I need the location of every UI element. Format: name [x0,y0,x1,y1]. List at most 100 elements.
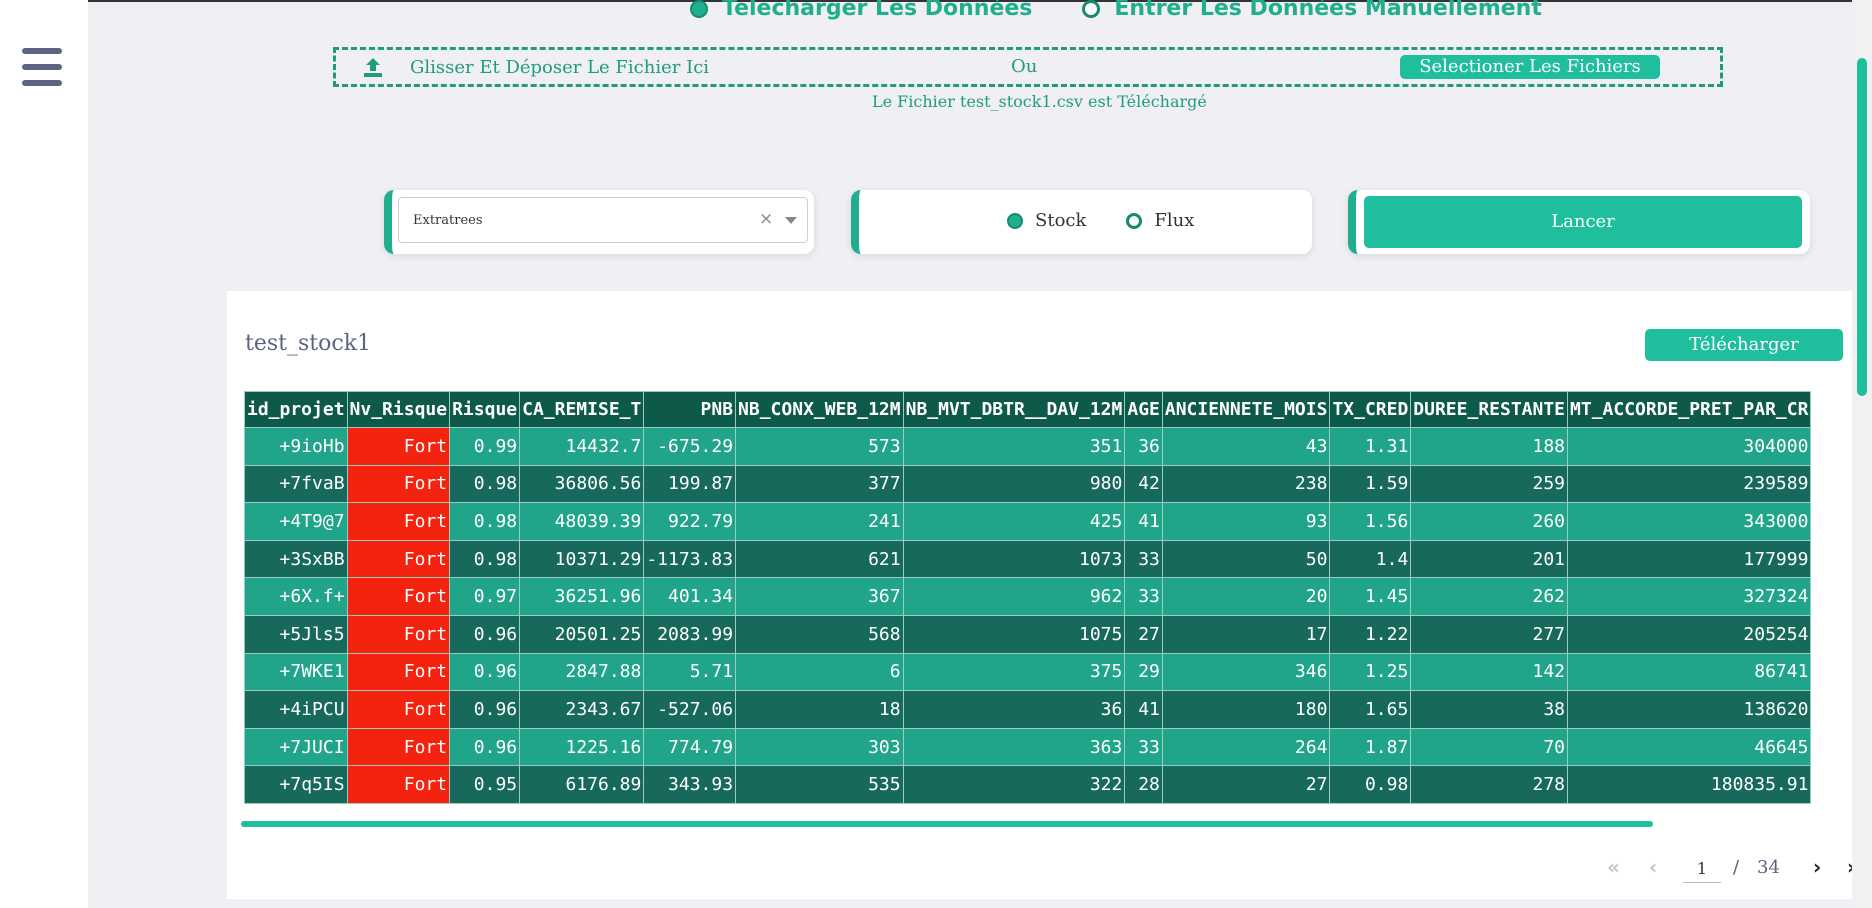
table-row[interactable]: +4iPCU Fort 0.96 2343.67 -527.06 18 36 41 180 1.6… [244,690,1812,729]
table-cell: 260 [1410,502,1569,541]
table-cell: 36251.96 [519,577,645,616]
table-row[interactable]: +7q5IS Fort 0.95 6176.89 343.93 535 322 28 27 0.9… [244,765,1812,804]
run-button[interactable]: Lancer [1364,196,1802,248]
table-cell: +6X.f+ [244,577,348,616]
table-cell: 42 [1124,464,1163,504]
table-cell: 33 [1124,539,1163,579]
table-cell: 36 [1124,427,1163,466]
model-select-value: Extratrees [413,213,483,228]
table-cell: 327324 [1567,577,1812,616]
table-cell: 180835.91 [1567,765,1812,804]
table-cell: 20 [1161,577,1331,616]
clear-icon[interactable]: × [759,209,773,229]
next-page-icon[interactable]: › [1813,855,1821,879]
column-header[interactable]: ANCIENNETE_MOIS [1161,391,1331,428]
table-cell: +7fvaB [244,464,348,504]
column-header[interactable]: CA_REMISE_T [519,391,645,428]
previous-page-icon[interactable]: ‹ [1649,855,1657,879]
download-button[interactable]: Télécharger [1645,329,1843,361]
table-cell: 1.87 [1329,727,1412,767]
column-header[interactable]: DUREE_RESTANTE [1410,391,1569,428]
menu-bar [22,80,62,86]
table-cell: 0.98 [1329,765,1412,804]
table-cell: 1075 [902,614,1126,654]
results-title: test_stock1 [245,331,372,356]
risk-level-cell: Fort [346,539,451,579]
table-cell: +4iPCU [244,690,348,729]
table-cell: 343.93 [643,765,737,804]
table-row[interactable]: +7JUCI Fort 0.96 1225.16 774.79 303 363 33 264 1.… [244,727,1812,767]
column-header[interactable]: Risque [449,391,521,428]
table-cell: 2083.99 [643,614,737,654]
table-cell: 363 [902,727,1126,767]
select-files-button[interactable]: Selectioner Les Fichiers [1400,55,1660,79]
table-row[interactable]: +7WKE1 Fort 0.96 2847.88 5.71 6 375 29 346 1.25 14… [244,652,1812,692]
page-number-input[interactable] [1683,855,1721,883]
table-cell: 351 [902,427,1126,466]
column-header[interactable]: Nv_Risque [346,391,451,428]
table-cell: +7WKE1 [244,652,348,692]
table-cell: 303 [735,727,904,767]
table-cell: 401.34 [643,577,737,616]
mode-upload-option[interactable]: Telecharger Les Données [690,0,1032,21]
column-header[interactable]: AGE [1124,391,1163,428]
table-cell: 262 [1410,577,1569,616]
risk-level-cell: Fort [346,464,451,504]
table-cell: -527.06 [643,690,737,729]
column-header[interactable]: TX_CRED [1329,391,1412,428]
table-cell: 33 [1124,727,1163,767]
hamburger-menu-icon[interactable] [22,48,62,86]
table-cell: 2343.67 [519,690,645,729]
table-row[interactable]: +6X.f+ Fort 0.97 36251.96 401.34 367 962 33 20 1.… [244,577,1812,616]
table-cell: 48039.39 [519,502,645,541]
table-cell: 1.22 [1329,614,1412,654]
column-header[interactable]: NB_CONX_WEB_12M [735,391,904,428]
vertical-scrollbar[interactable] [1852,0,1872,908]
model-select-card: Extratrees × [384,190,814,254]
column-header[interactable]: id_projet [244,391,348,428]
table-cell: 1.31 [1329,427,1412,466]
column-header[interactable]: PNB [643,391,737,428]
radio-unselected-icon[interactable] [1126,212,1143,229]
table-cell: 2847.88 [519,652,645,692]
table-cell: 1.25 [1329,652,1412,692]
mode-manual-option[interactable]: Entrer Les Données Manuellement [1082,0,1542,21]
chevron-down-icon[interactable] [785,217,797,224]
scrollbar-thumb[interactable] [1857,58,1867,396]
table-row[interactable]: +3SxBB Fort 0.98 10371.29 -1173.83 621 1073 33 5… [244,539,1812,579]
results-table-container[interactable]: id_projet Nv_Risque Risque CA_REMISE_T PNB NB… [244,391,1849,806]
column-header[interactable]: NB_MVT_DBTR__DAV_12M [902,391,1126,428]
radio-unselected-icon[interactable] [1082,0,1101,18]
table-cell: 50 [1161,539,1331,579]
data-type-card: Stock Flux [851,190,1312,254]
table-cell: 322 [902,765,1126,804]
model-select[interactable]: Extratrees × [398,197,808,243]
table-cell: 774.79 [643,727,737,767]
type-stock-option[interactable]: Stock [1007,210,1086,231]
table-cell: 0.98 [449,502,521,541]
type-stock-label: Stock [1035,210,1087,231]
table-cell: 375 [902,652,1126,692]
table-row[interactable]: +5Jls5 Fort 0.96 20501.25 2083.99 568 1075 27 17… [244,614,1812,654]
table-cell: 0.95 [449,765,521,804]
risk-level-cell: Fort [346,690,451,729]
horizontal-scrollbar[interactable] [241,821,1653,827]
table-cell: 277 [1410,614,1569,654]
menu-bar [22,64,62,70]
file-drop-zone[interactable]: Glisser Et Déposer Le Fichier Ici Ou Sel… [333,47,1723,87]
table-cell: 177999 [1567,539,1812,579]
column-header[interactable]: MT_ACCORDE_PRET_PAR_CR [1567,391,1812,428]
table-row[interactable]: +7fvaB Fort 0.98 36806.56 199.87 377 980 42 238 1… [244,464,1812,504]
radio-selected-icon[interactable] [1007,212,1023,229]
table-cell: 36806.56 [519,464,645,504]
table-cell: 0.98 [449,464,521,504]
first-page-icon[interactable]: « [1607,855,1620,879]
table-cell: +7JUCI [244,727,348,767]
type-flux-label: Flux [1154,210,1195,231]
table-row[interactable]: +4T9@7 Fort 0.98 48039.39 922.79 241 425 41 93 1.… [244,502,1812,541]
mode-manual-label: Entrer Les Données Manuellement [1114,0,1542,21]
radio-selected-icon[interactable] [690,0,708,18]
table-row[interactable]: +9ioHb Fort 0.99 14432.7 -675.29 573 351 36 43 1.… [244,427,1812,466]
type-flux-option[interactable]: Flux [1126,210,1194,231]
total-pages: 34 [1757,857,1780,878]
